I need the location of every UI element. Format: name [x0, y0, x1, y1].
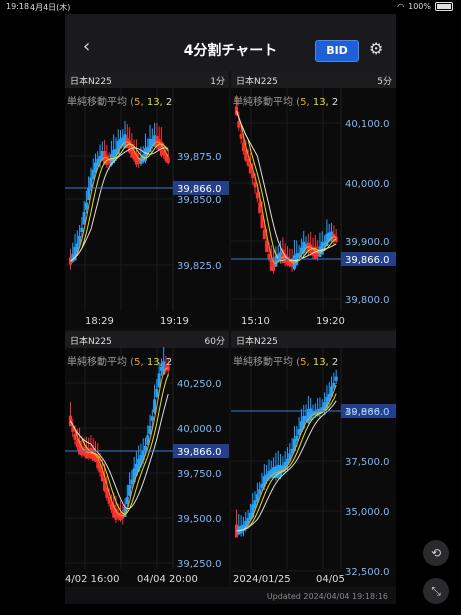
- candle-body: [253, 182, 257, 188]
- chart-canvas: 39,866.0 40,100.0 40,000.0 39,900.0 39,800.0…: [231, 88, 396, 327]
- wifi-icon: ◠: [397, 2, 405, 11]
- legend-ma5: 5,: [300, 97, 310, 108]
- legend-label: 単純移動平均: [233, 97, 293, 108]
- candle-body: [150, 416, 154, 421]
- updated-timestamp: Updated 2024/04/04 19:18:16: [266, 592, 388, 601]
- nav-bar: ‹ 4分割チャート BID ⚙: [65, 14, 396, 71]
- collapse-button[interactable]: ⤡: [423, 578, 449, 604]
- chart-daily[interactable]: 日本N225 39,866.0 40,000.0 37,500.0 35,000.0 32…: [231, 331, 396, 587]
- y-tick-label: 39,800.0: [345, 295, 390, 306]
- bid-button[interactable]: BID: [315, 40, 359, 62]
- x-tick-label: 18:29: [85, 316, 114, 327]
- y-tick-label: 40,250.0: [177, 379, 222, 390]
- rotate-icon: ⟲: [430, 546, 442, 560]
- legend-label: 単純移動平均: [233, 357, 293, 368]
- rotate-button[interactable]: ⟲: [423, 540, 449, 566]
- y-tick-label: 39,900.0: [345, 237, 390, 248]
- y-tick-label: 40,000.0: [345, 179, 390, 190]
- candle-body: [332, 382, 336, 388]
- legend-ma13: 13,: [146, 357, 163, 368]
- candle-body: [334, 376, 338, 381]
- legend-ma13: 13,: [312, 357, 329, 368]
- current-price-label: 39,866.0: [345, 255, 390, 266]
- legend-ma13: 13,: [146, 97, 163, 108]
- x-tick-label: 2024/01/25: [233, 574, 291, 585]
- legend-ma25: 2: [165, 97, 173, 108]
- ma-legend: 単純移動平均 (5, 13, 2: [233, 97, 339, 108]
- chart-panel: ‹ 4分割チャート BID ⚙ 日本N225 1分 39,866.0 39,875.0…: [65, 14, 396, 604]
- battery-icon: [435, 2, 453, 11]
- candle-body: [295, 435, 299, 441]
- chart-canvas: 39,866.0 39,875.0 39,850.0 39,825.0 18:29 19:…: [65, 88, 229, 327]
- x-tick-label: 04/05: [316, 574, 345, 585]
- candle-body: [241, 142, 245, 151]
- y-tick-label: 39,875.0: [177, 152, 222, 163]
- legend-label: 単純移動平均: [67, 357, 127, 368]
- candle-body: [239, 134, 243, 139]
- candle-body: [237, 121, 241, 128]
- candle-body: [255, 192, 259, 199]
- candle-body: [84, 202, 88, 210]
- battery-label: 100%: [408, 2, 431, 11]
- y-tick-label: 40,100.0: [345, 119, 390, 130]
- y-tick-label: 40,000.0: [177, 424, 222, 435]
- candle-body: [73, 433, 77, 440]
- y-tick-label: 39,850.0: [177, 195, 222, 206]
- candle-body: [128, 485, 132, 496]
- x-tick-label: 4/02 16:00: [65, 574, 119, 585]
- y-tick-label: 39,750.0: [177, 469, 222, 480]
- candle-body: [80, 227, 84, 232]
- gear-icon: ⚙: [369, 39, 384, 58]
- legend-ma5: 5,: [134, 357, 144, 368]
- legend-ma13: 13,: [312, 97, 329, 108]
- settings-button[interactable]: ⚙: [369, 41, 383, 57]
- legend-label: 単純移動平均: [67, 97, 127, 108]
- current-price-label: 39,866.0: [177, 447, 222, 458]
- ma-legend: 単純移動平均 (5, 13, 2: [67, 97, 173, 108]
- status-time: 19:18: [6, 2, 30, 11]
- status-bar: 19:18 4月4日(木) ◠ 100%: [0, 0, 461, 14]
- status-right: ◠ 100%: [397, 2, 453, 11]
- legend-ma25: 2: [331, 357, 339, 368]
- chart-canvas: 39,866.040,000.037,500.035,000.032,500.0…: [231, 348, 396, 585]
- candle-body: [262, 229, 266, 240]
- chart-canvas: 39,866.0 40,250.0 40,000.0 39,750.0 39,500.0…: [65, 347, 229, 585]
- legend-ma25: 2: [165, 357, 173, 368]
- y-tick-label: 39,825.0: [177, 261, 222, 272]
- x-tick-label: 19:19: [160, 316, 189, 327]
- legend-ma5: 5,: [300, 357, 310, 368]
- legend-ma5: 5,: [134, 97, 144, 108]
- legend-ma25: 2: [331, 97, 339, 108]
- current-price-label: 39,866.0: [177, 184, 222, 195]
- y-tick-label: 37,500.0: [345, 457, 390, 468]
- y-tick-label: 35,000.0: [345, 507, 390, 518]
- x-tick-label: 04/04 20:00: [137, 574, 198, 585]
- candle-body: [107, 496, 111, 504]
- candle-body: [251, 173, 255, 179]
- candle-body: [87, 188, 91, 201]
- x-tick-label: 15:10: [241, 316, 270, 327]
- candle-body: [265, 240, 269, 253]
- chart-5min[interactable]: 日本N225 5分 39,866.0 40,100.0 40,000.0 39,900.0…: [231, 71, 396, 329]
- y-tick-label: 32,500.0: [345, 567, 390, 578]
- collapse-icon: ⤡: [431, 584, 441, 598]
- ma-legend: 単純移動平均 (5, 13, 2: [67, 357, 173, 368]
- y-tick-label: 39,250.0: [177, 559, 222, 570]
- x-tick-label: 19:20: [316, 316, 345, 327]
- candle-body: [258, 489, 262, 495]
- candle-body: [155, 388, 159, 398]
- status-date: 4月4日(木): [30, 3, 71, 12]
- chart-60min[interactable]: 日本N225 60分 39,866.0 40,250.0 40,000.0 39,750.…: [65, 331, 229, 587]
- y-tick-label: 40,000.0: [345, 407, 390, 418]
- candle-body: [166, 157, 170, 164]
- y-tick-label: 39,500.0: [177, 514, 222, 525]
- chart-1min[interactable]: 日本N225 1分 39,866.0 39,875.0 39,850.0 39,825.0…: [65, 71, 229, 329]
- candle-body: [125, 496, 129, 505]
- ma-legend: 単純移動平均 (5, 13, 2: [233, 357, 339, 368]
